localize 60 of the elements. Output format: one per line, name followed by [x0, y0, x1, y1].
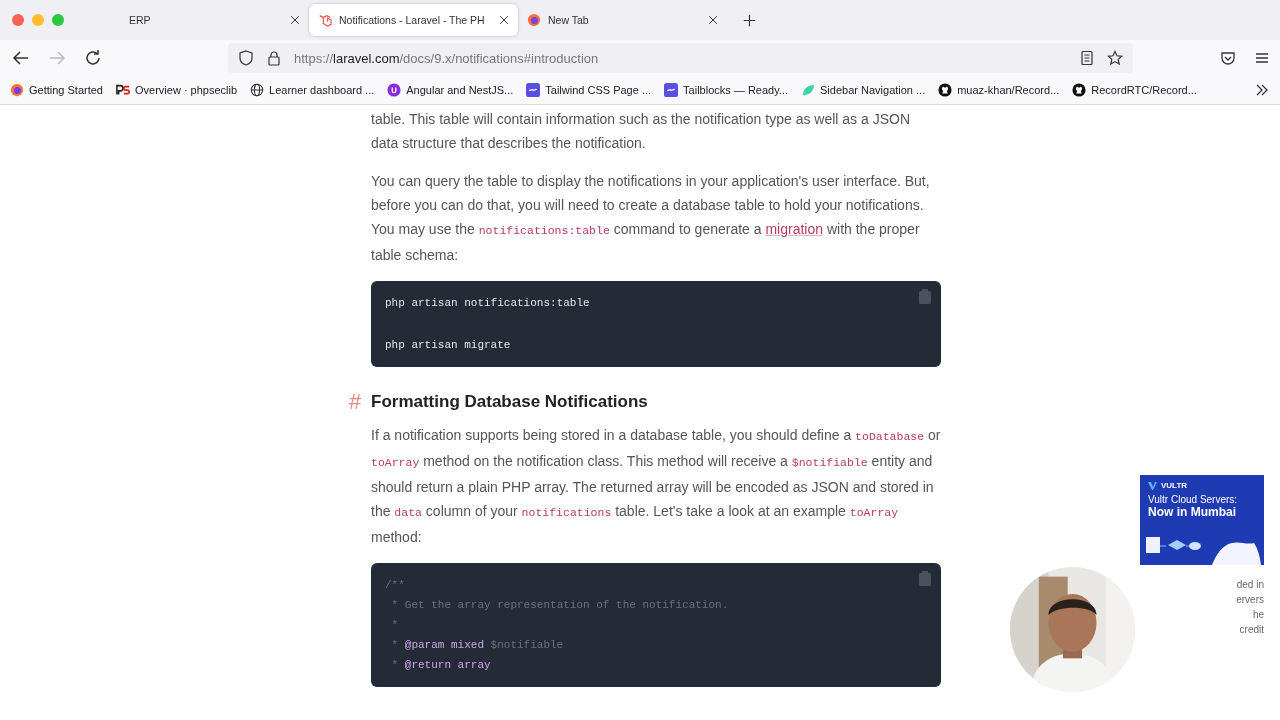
plus-icon[interactable] [743, 13, 756, 27]
bookmark-item[interactable]: Angular and NestJS... [387, 83, 514, 97]
ad-headline: Vultr Cloud Servers: [1148, 494, 1239, 505]
code-line: php artisan notifications:table [385, 296, 591, 311]
code-line: php artisan migrate [385, 338, 512, 353]
globe-icon [250, 83, 265, 97]
github-icon [1072, 83, 1087, 97]
clipboard-icon[interactable] [919, 571, 931, 586]
close-window-button[interactable] [12, 14, 24, 26]
url-text: https://laravel.com/docs/9.x/notifications#introduction [294, 50, 600, 66]
code-line: * @param mixed $notifiable [390, 638, 565, 653]
leaf-icon [801, 83, 816, 97]
laravel-icon [318, 13, 332, 27]
vultr-logo-icon [1148, 481, 1157, 490]
reader-view-icon[interactable] [1079, 50, 1095, 66]
code-line: * @return array [390, 658, 492, 673]
code-line: /** [385, 578, 406, 593]
chevron-icon[interactable] [1254, 82, 1270, 98]
ad-subhead: Now in Mumbai [1148, 505, 1237, 519]
section-heading: Formatting Database Notifications [371, 392, 648, 412]
shield-icon[interactable] [238, 50, 254, 66]
clipboard-icon[interactable] [919, 289, 931, 304]
firefox-icon [527, 13, 541, 27]
browser-tab[interactable]: New Tab [518, 4, 727, 36]
tailwind-icon [526, 83, 541, 97]
u-logo-icon [387, 83, 402, 97]
code-line: * [390, 618, 400, 633]
code-line: * Get the array representation of the notification. [390, 598, 730, 613]
bookmark-item[interactable]: muaz-khan/Record... [938, 83, 1060, 97]
ad-text: ervers [1236, 593, 1264, 607]
ad-text: credit [1239, 623, 1264, 637]
bookmark-item[interactable]: Getting Started [10, 83, 103, 97]
browser-tab[interactable]: Notifications - Laravel - The PH [309, 4, 518, 36]
ad-brand: VULTR [1161, 481, 1188, 490]
close-icon[interactable] [708, 15, 718, 25]
github-icon [938, 83, 953, 97]
paragraph: If a notification supports being stored in a database table, you should define a toDatabase or toArray method on the notification class. This method will receive a $notifiable entity and should return a plain PHP array. The returned array will be encoded as JSON and stored in the data column of your notifications table. Let's take a look at an example toArray method: [371, 426, 941, 547]
bookmark-item[interactable]: Sidebar Navigation ... [801, 83, 926, 97]
ad-banner[interactable]: VULTR Vultr Cloud Servers: Now in Mumbai [1140, 475, 1264, 565]
migration-link[interactable]: migration [765, 221, 824, 237]
tailwind-icon [664, 83, 679, 97]
ps-logo-icon [116, 83, 130, 97]
bookmark-item[interactable]: RecordRTC/Record... [1072, 83, 1197, 97]
pocket-icon[interactable] [1220, 50, 1236, 66]
firefox-icon [10, 83, 24, 97]
bookmark-item[interactable]: Tailwind CSS Page ... [526, 83, 652, 97]
browser-tab[interactable]: ERP [100, 4, 309, 36]
paragraph: table. This table will contain information such as the notification type as well as a JSON data structure that describes the notification. [371, 110, 911, 153]
star-icon[interactable] [1107, 50, 1123, 66]
bookmark-item[interactable]: Tailblocks — Ready... [664, 83, 789, 97]
bookmark-item[interactable]: Learner dashboard ... [250, 83, 375, 97]
ad-text: ded in [1236, 578, 1264, 592]
close-icon[interactable] [290, 15, 300, 25]
menu-icon[interactable] [1254, 50, 1270, 66]
address-bar[interactable]: https://laravel.com/docs/9.x/notifications#introduction [228, 43, 1133, 73]
lock-icon[interactable] [266, 50, 282, 66]
ad-text: he [1252, 608, 1264, 622]
paragraph: You can query the table to display the notifications in your application's user interface. But, before you can do that, you will need to create a database table to hold your notifications. You may use the notifications:table command to generate a migration with the proper table schema: [371, 172, 931, 265]
close-icon[interactable] [499, 15, 509, 25]
bookmark-item[interactable]: Overview · phpseclib [116, 83, 238, 97]
